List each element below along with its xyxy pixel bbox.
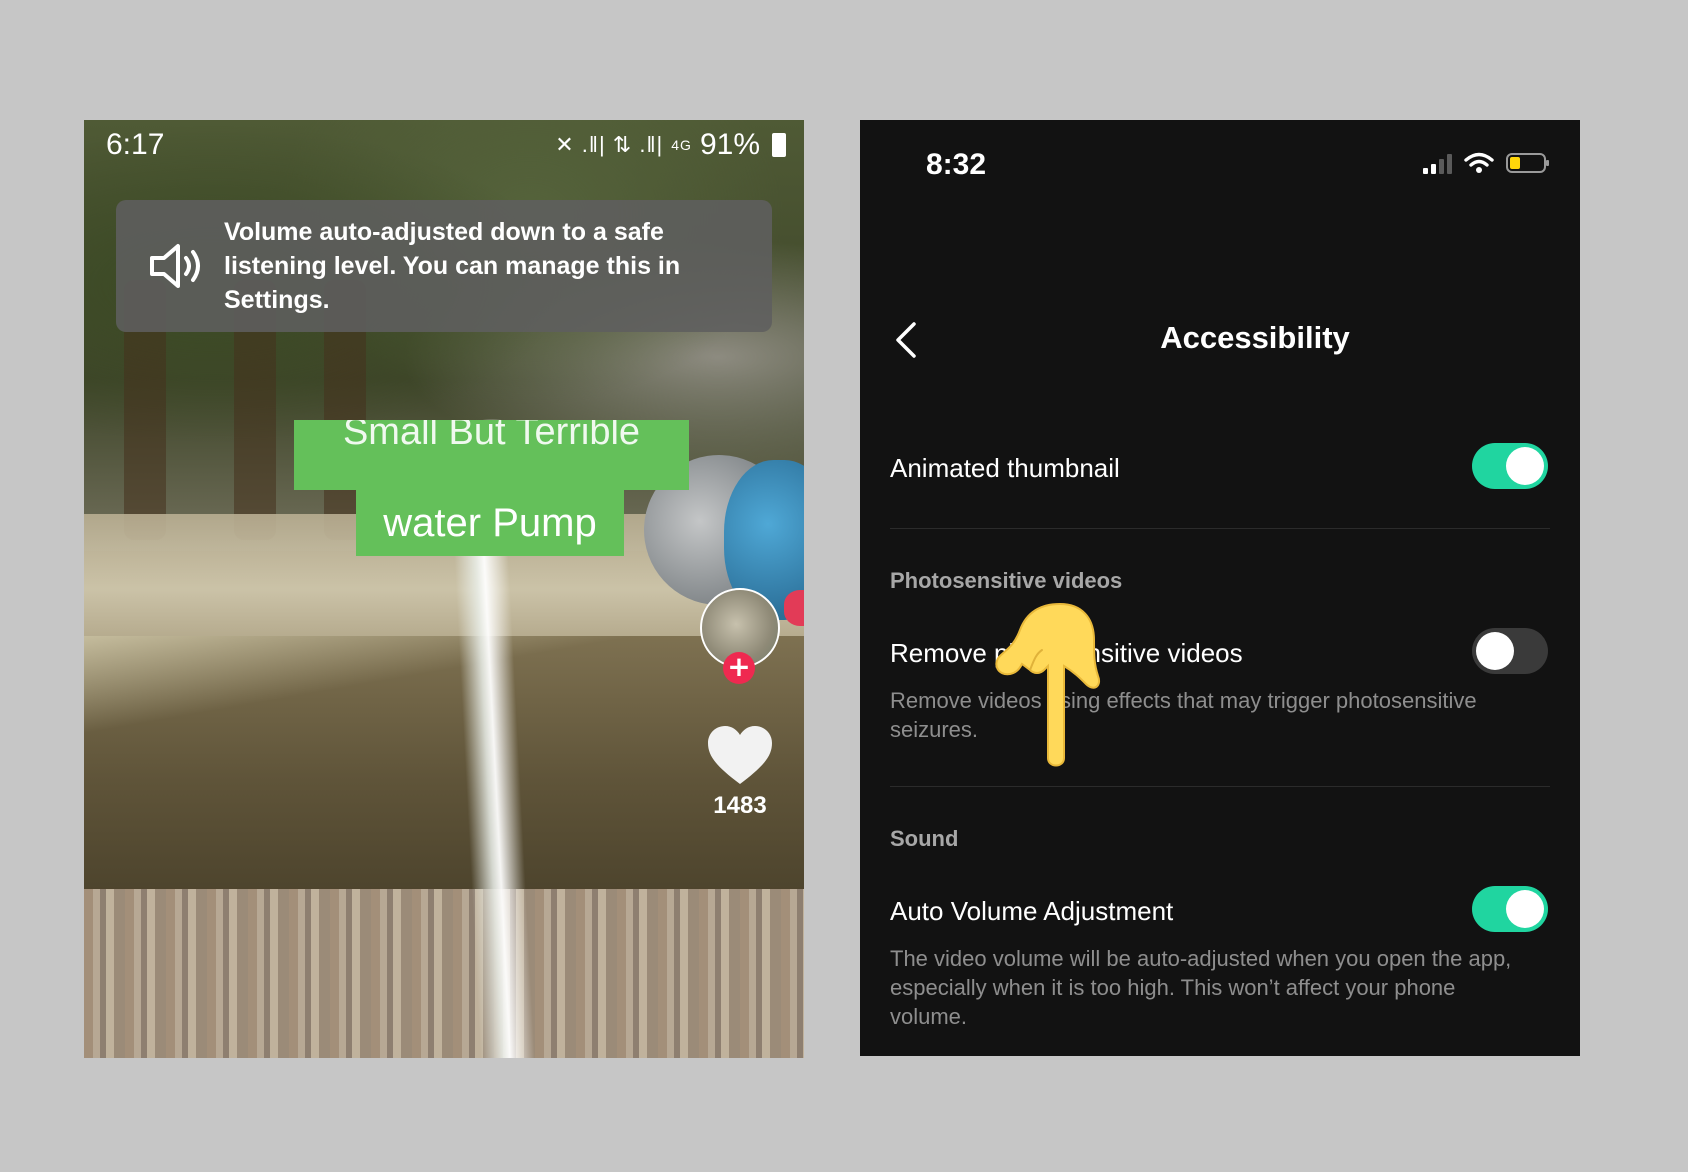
like-count: 1483 (713, 792, 767, 819)
remove-photosensitive-description: Remove videos using effects that may tri… (890, 688, 1477, 742)
status-time: 6:17 (106, 128, 165, 161)
remove-photosensitive-toggle[interactable] (1472, 628, 1548, 674)
auto-volume-toggle[interactable] (1472, 886, 1548, 932)
toggle-knob (1476, 632, 1514, 670)
divider (890, 528, 1550, 529)
video-caption-line2: water Pump (356, 490, 624, 556)
sound-section-header: Sound (890, 826, 959, 851)
toast-message: Volume auto-adjusted down to a safe list… (224, 218, 681, 314)
ios-status-bar: 8:32 (860, 120, 1580, 190)
creator-avatar-wrap[interactable]: + (700, 588, 780, 684)
animated-thumbnail-toggle[interactable] (1472, 443, 1548, 489)
video-puddle (84, 635, 804, 899)
volume-adjust-toast[interactable]: Volume auto-adjusted down to a safe list… (116, 200, 772, 332)
battery-icon (1506, 153, 1549, 173)
divider (890, 786, 1550, 787)
android-status-bar: 6:17 ✕ .‖| ⇅ .‖| 4G 91% (84, 120, 804, 170)
video-caption-line1: Small But Terrible (294, 420, 689, 490)
video-caption-line1-text: Small But Terrible (342, 420, 641, 453)
heart-icon[interactable] (706, 724, 774, 786)
auto-volume-label: Auto Volume Adjustment (890, 896, 1174, 926)
photosensitive-section-header: Photosensitive videos (890, 568, 1123, 593)
android-tiktok-video-screen: 6:17 ✕ .‖| ⇅ .‖| 4G 91% Small But Terrib… (84, 120, 804, 1058)
auto-volume-description: The video volume will be auto-adjusted w… (890, 946, 1512, 1029)
video-red-object (784, 590, 804, 626)
battery-icon (772, 133, 786, 157)
follow-button[interactable]: + (723, 652, 755, 684)
cellular-signal-icon (1423, 152, 1452, 174)
pointing-hand-icon (995, 602, 1100, 767)
toggle-knob (1506, 890, 1544, 928)
status-time: 8:32 (926, 148, 987, 181)
network-type: 4G (671, 137, 692, 153)
page-title: Accessibility (1160, 320, 1350, 355)
status-icons: ✕ .‖| ⇅ .‖| 4G 91% (555, 128, 786, 162)
wifi-icon (1464, 152, 1494, 173)
video-side-rail: + 1483 (698, 588, 782, 820)
mute-signal-icons: ✕ .‖| ⇅ .‖| (555, 132, 664, 157)
speaker-icon (150, 244, 200, 288)
video-glitch-streaks (84, 889, 804, 1058)
toggle-knob (1506, 447, 1544, 485)
navigation-bar: Accessibility (860, 320, 1580, 400)
ios-accessibility-settings-screen: 8:32 Accessibility Animated thumbnail Ph… (860, 120, 1580, 1056)
battery-percent: 91% (699, 128, 760, 161)
status-icons (1423, 152, 1549, 174)
animated-thumbnail-label: Animated thumbnail (890, 453, 1120, 483)
battery-level-fill (1510, 157, 1520, 169)
